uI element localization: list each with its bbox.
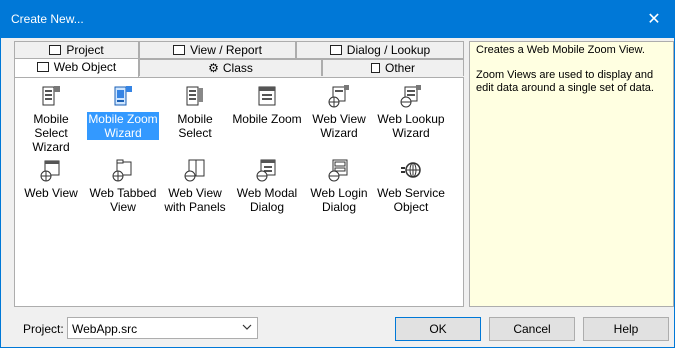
- tab-web-object[interactable]: Web Object: [14, 58, 139, 77]
- tab-dialog-lookup[interactable]: Dialog / Lookup: [296, 41, 464, 58]
- project-label: Project:: [23, 322, 64, 336]
- list-item-web-lookup-wizard[interactable]: Web Lookup Wizard: [375, 84, 447, 140]
- tab-other[interactable]: Other: [322, 59, 464, 76]
- class-icon: ⚙: [208, 61, 219, 75]
- help-button[interactable]: Help: [583, 317, 669, 341]
- web-tabbed-view-icon: [112, 159, 132, 182]
- document-icon: [370, 63, 380, 73]
- web-lookup-wizard-icon: [400, 85, 421, 108]
- web-view-icon: [40, 160, 60, 182]
- window-icon: [49, 45, 62, 55]
- create-new-dialog: Create New... ✕ Project View / Report Di…: [0, 0, 675, 348]
- tab-class[interactable]: ⚙ Class: [139, 59, 322, 76]
- project-select-value: WebApp.src: [72, 322, 138, 336]
- list-item-web-service-object[interactable]: Web Service Object: [375, 158, 447, 214]
- project-select[interactable]: WebApp.src: [67, 317, 258, 339]
- list-item-mobile-select[interactable]: Mobile Select: [159, 84, 231, 140]
- mobile-select-wizard-icon: [42, 86, 60, 106]
- list-item-mobile-select-wizard[interactable]: Mobile Select Wizard: [15, 84, 87, 154]
- web-service-object-icon: [401, 162, 421, 178]
- dialog-title: Create New...: [11, 12, 84, 26]
- close-icon[interactable]: ✕: [634, 1, 674, 38]
- tab-strip: Project View / Report Dialog / Lookup We…: [14, 41, 464, 77]
- dialog-footer: Project: WebApp.src OK Cancel Help: [1, 307, 674, 348]
- mobile-select-icon: [186, 86, 203, 106]
- list-item-web-modal-dialog[interactable]: Web Modal Dialog: [231, 158, 303, 214]
- description-panel: Creates a Web Mobile Zoom View. Zoom Vie…: [469, 41, 674, 307]
- object-list: Mobile Select Wizard Mobile Zoom Wizard …: [14, 77, 464, 307]
- list-item-web-view-with-panels[interactable]: Web View with Panels: [159, 158, 231, 214]
- list-item-mobile-zoom[interactable]: Mobile Zoom: [231, 84, 303, 126]
- list-item-web-view-wizard[interactable]: Web View Wizard: [303, 84, 375, 140]
- view-report-icon: [173, 45, 186, 55]
- ok-button[interactable]: OK: [395, 317, 481, 341]
- tab-project[interactable]: Project: [14, 41, 139, 58]
- cancel-button[interactable]: Cancel: [489, 317, 575, 341]
- web-view-panels-icon: [184, 159, 205, 182]
- web-modal-dialog-icon: [256, 159, 276, 182]
- web-object-icon: [36, 62, 49, 72]
- tab-view-report[interactable]: View / Report: [139, 41, 296, 58]
- description-detail: Zoom Views are used to display and edit …: [476, 69, 654, 94]
- list-item-web-tabbed-view[interactable]: Web Tabbed View: [87, 158, 159, 214]
- mobile-zoom-wizard-icon: [114, 86, 132, 106]
- list-item-web-login-dialog[interactable]: Web Login Dialog: [303, 158, 375, 214]
- description-summary: Creates a Web Mobile Zoom View.: [476, 44, 645, 56]
- list-item-web-view[interactable]: Web View: [15, 158, 87, 200]
- title-bar: Create New... ✕: [1, 1, 674, 38]
- chevron-down-icon: [242, 324, 252, 330]
- list-item-mobile-zoom-wizard[interactable]: Mobile Zoom Wizard: [87, 84, 159, 140]
- dialog-lookup-icon: [329, 45, 342, 55]
- web-login-dialog-icon: [328, 159, 348, 182]
- mobile-zoom-icon: [258, 86, 276, 106]
- web-view-wizard-icon: [328, 85, 349, 108]
